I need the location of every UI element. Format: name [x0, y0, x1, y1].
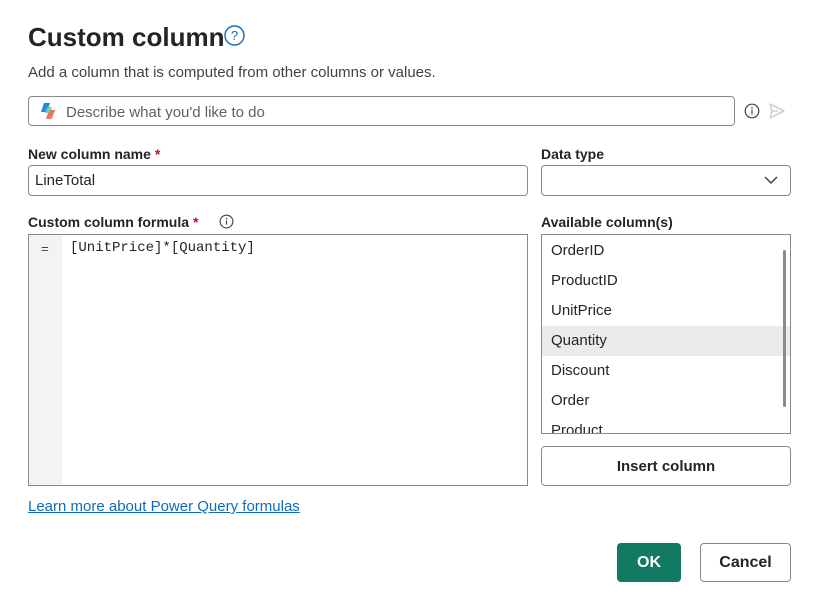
required-marker: * [154, 146, 161, 162]
list-item[interactable]: OrderID [542, 236, 790, 266]
available-columns-label: Available column(s) [541, 214, 673, 230]
list-scrollbar[interactable] [783, 250, 786, 407]
list-item[interactable]: Product [542, 416, 790, 433]
insert-column-button[interactable]: Insert column [541, 446, 791, 486]
required-marker: * [193, 214, 199, 230]
formula-gutter [29, 235, 62, 485]
list-item[interactable]: Order [542, 386, 790, 416]
list-item[interactable]: Quantity [542, 326, 790, 356]
chevron-down-icon [764, 176, 778, 185]
list-item[interactable]: Discount [542, 356, 790, 386]
data-type-label: Data type [541, 146, 605, 162]
dialog-subtitle: Add a column that is computed from other… [28, 64, 436, 81]
info-icon[interactable] [744, 103, 760, 119]
data-type-dropdown[interactable] [541, 165, 791, 196]
svg-text:?: ? [231, 28, 238, 43]
send-icon[interactable] [768, 102, 786, 120]
column-name-label-text: New column name [28, 146, 151, 162]
formula-label-text: Custom column formula [28, 214, 190, 230]
dialog-title: Custom column [28, 22, 225, 52]
help-icon[interactable]: ? [224, 25, 245, 46]
column-name-input[interactable] [28, 165, 528, 196]
formula-editor[interactable] [28, 234, 528, 486]
copilot-prompt-input[interactable] [66, 101, 726, 123]
learn-more-link[interactable]: Learn more about Power Query formulas [28, 497, 300, 517]
list-item[interactable]: ProductID [542, 266, 790, 296]
info-icon[interactable] [219, 214, 234, 229]
column-name-label: New column name * [28, 145, 160, 163]
copilot-logo-icon [41, 103, 55, 119]
list-item[interactable]: UnitPrice [542, 296, 790, 326]
available-columns-list[interactable]: OrderID ProductID UnitPrice Quantity Discoun… [541, 234, 791, 434]
cancel-button[interactable]: Cancel [700, 543, 791, 582]
formula-label: Custom column formula * [28, 213, 198, 231]
ok-button[interactable]: OK [617, 543, 681, 582]
formula-prefix: = [41, 242, 49, 257]
formula-text[interactable]: [UnitPrice]*[Quantity] [70, 240, 255, 256]
